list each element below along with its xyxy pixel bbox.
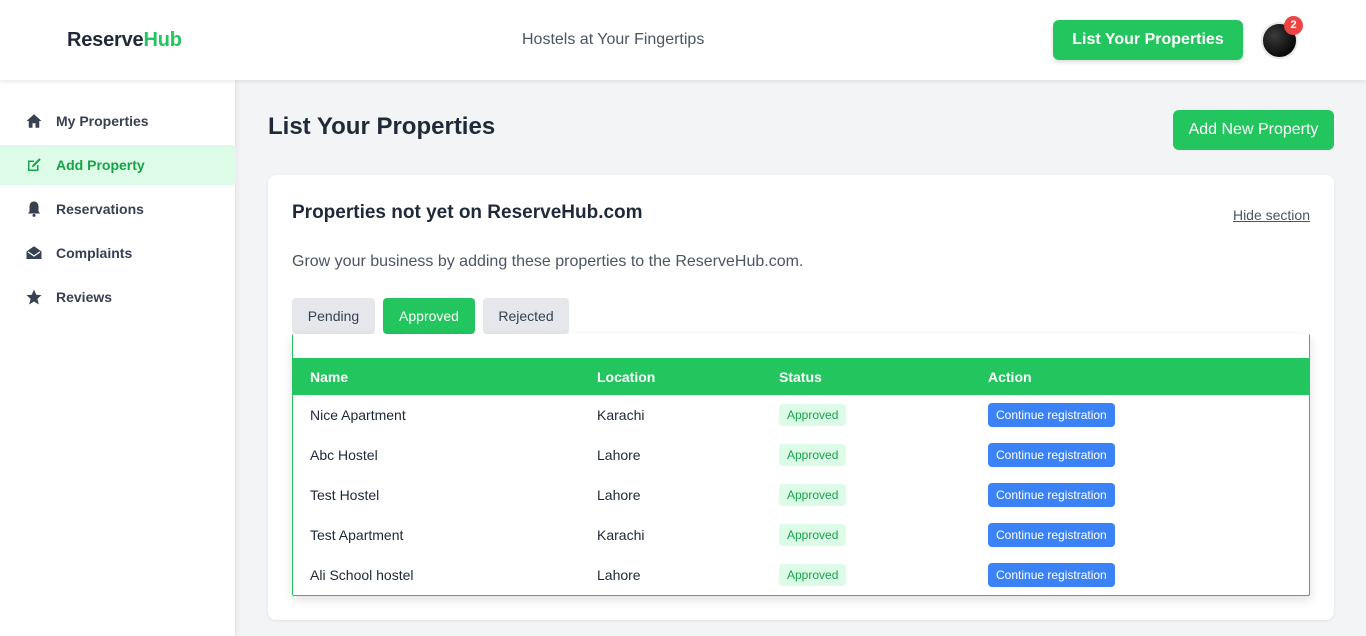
properties-card: Properties not yet on ReserveHub.com Hid… xyxy=(268,175,1334,620)
top-header: ReserveHub Hostels at Your Fingertips Li… xyxy=(0,0,1366,80)
cell-location: Karachi xyxy=(597,527,645,543)
sidebar-item-label: Reservations xyxy=(56,201,144,217)
cell-status: Approved xyxy=(762,435,971,475)
bell-icon xyxy=(24,199,44,219)
status-badge: Approved xyxy=(779,484,847,506)
sidebar-item-reviews[interactable]: Reviews xyxy=(0,277,236,317)
continue-registration-button[interactable]: Continue registration xyxy=(988,523,1115,547)
cell-status: Approved xyxy=(762,515,971,555)
list-your-properties-button[interactable]: List Your Properties xyxy=(1053,20,1243,60)
cell-name: Test Apartment xyxy=(310,527,404,543)
sidebar: My Properties Add Property Reservations … xyxy=(0,80,236,636)
continue-registration-button[interactable]: Continue registration xyxy=(988,563,1115,587)
envelope-open-icon xyxy=(24,243,44,263)
status-badge: Approved xyxy=(779,524,847,546)
status-badge: Approved xyxy=(779,444,847,466)
header-location: Location xyxy=(597,368,656,385)
sidebar-item-label: Complaints xyxy=(56,245,133,261)
table-row: Test Hostel Lahore Approved Continue reg… xyxy=(293,475,1309,515)
properties-table: Name Location Status Action Nice Apartme… xyxy=(293,358,1309,595)
sidebar-item-complaints[interactable]: Complaints xyxy=(0,233,236,273)
cell-status: Approved xyxy=(762,475,971,515)
card-description: Grow your business by adding these prope… xyxy=(292,253,804,270)
cell-name: Nice Apartment xyxy=(310,407,406,423)
cell-name: Test Hostel xyxy=(310,487,380,503)
card-title: Properties not yet on ReserveHub.com xyxy=(292,202,643,223)
table-row: Ali School hostel Lahore Approved Contin… xyxy=(293,555,1309,595)
sidebar-item-add-property[interactable]: Add Property xyxy=(0,145,236,185)
status-badge: Approved xyxy=(779,564,847,586)
tab-pending[interactable]: Pending xyxy=(292,298,375,334)
star-icon xyxy=(24,287,44,307)
cell-action: Continue registration xyxy=(971,435,1309,475)
hide-section-link[interactable]: Hide section xyxy=(1233,207,1310,223)
sidebar-item-label: Reviews xyxy=(56,289,113,305)
status-badge: Approved xyxy=(779,404,847,426)
table-row: Abc Hostel Lahore Approved Continue regi… xyxy=(293,435,1309,475)
cell-action: Continue registration xyxy=(971,555,1309,595)
tab-approved[interactable]: Approved xyxy=(383,298,475,334)
sidebar-item-label: Add Property xyxy=(56,157,145,173)
cell-action: Continue registration xyxy=(971,475,1309,515)
sidebar-item-my-properties[interactable]: My Properties xyxy=(0,101,236,141)
table-header-row: Name Location Status Action xyxy=(293,358,1309,395)
table-row: Nice Apartment Karachi Approved Continue… xyxy=(293,395,1309,435)
cell-location: Lahore xyxy=(597,447,641,463)
notification-badge: 2 xyxy=(1284,16,1303,35)
continue-registration-button[interactable]: Continue registration xyxy=(988,443,1115,467)
cell-name: Ali School hostel xyxy=(310,567,414,583)
edit-icon xyxy=(24,155,44,175)
cell-location: Karachi xyxy=(597,407,645,423)
cell-location: Lahore xyxy=(597,487,641,503)
continue-registration-button[interactable]: Continue registration xyxy=(988,483,1115,507)
tab-rejected[interactable]: Rejected xyxy=(483,298,569,334)
cell-action: Continue registration xyxy=(971,515,1309,555)
page-title: List Your Properties xyxy=(268,113,496,140)
logo-accent: Hub xyxy=(143,29,182,51)
logo-main: Reserve xyxy=(67,29,144,51)
header-action: Action xyxy=(988,368,1032,385)
home-icon xyxy=(24,111,44,131)
continue-registration-button[interactable]: Continue registration xyxy=(988,403,1115,427)
header-name: Name xyxy=(310,368,349,385)
table-row: Test Apartment Karachi Approved Continue… xyxy=(293,515,1309,555)
cell-location: Lahore xyxy=(597,567,641,583)
add-new-property-button[interactable]: Add New Property xyxy=(1173,110,1334,150)
cell-name: Abc Hostel xyxy=(310,447,378,463)
cell-status: Approved xyxy=(762,555,971,595)
logo[interactable]: ReserveHub xyxy=(67,29,182,52)
cell-action: Continue registration xyxy=(971,395,1309,435)
cell-status: Approved xyxy=(762,395,971,435)
properties-table-container: Name Location Status Action Nice Apartme… xyxy=(292,334,1310,596)
tagline: Hostels at Your Fingertips xyxy=(522,31,705,48)
sidebar-item-label: My Properties xyxy=(56,113,149,129)
header-status: Status xyxy=(779,368,822,385)
sidebar-item-reservations[interactable]: Reservations xyxy=(0,189,236,229)
